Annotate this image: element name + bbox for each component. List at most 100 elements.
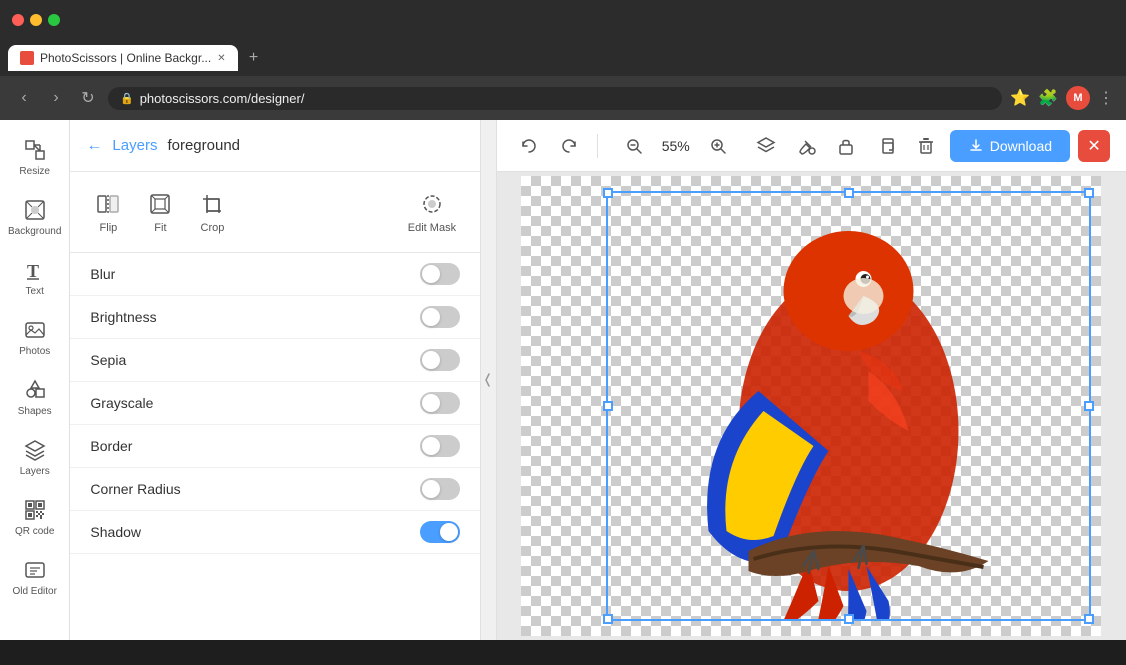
panel-toolbar: Flip Fit	[70, 172, 480, 253]
filter-grayscale-toggle[interactable]	[420, 392, 460, 414]
lock-btn[interactable]	[830, 130, 862, 162]
sidebar-item-old-editor[interactable]: Old Editor	[0, 548, 69, 608]
filter-shadow-label: Shadow	[90, 524, 141, 540]
sidebar-item-background[interactable]: Background	[0, 188, 69, 248]
redo-btn[interactable]	[553, 130, 585, 162]
filter-blur-toggle[interactable]	[420, 263, 460, 285]
lock-icon: 🔒	[120, 92, 134, 105]
selection-handle-mr[interactable]	[1084, 401, 1094, 411]
edit-mask-label: Edit Mask	[408, 222, 456, 234]
download-icon	[968, 138, 984, 154]
qr-icon	[23, 498, 47, 522]
profile-icon[interactable]: M	[1066, 86, 1090, 110]
tab-title: PhotoScissors | Online Backgr...	[40, 51, 211, 65]
close-canvas-btn[interactable]: ✕	[1078, 130, 1110, 162]
filter-corner-radius-toggle[interactable]	[420, 478, 460, 500]
layers-panel-btn[interactable]	[750, 130, 782, 162]
bookmark-icon[interactable]: ⭐	[1010, 88, 1030, 108]
delete-btn[interactable]	[910, 130, 942, 162]
svg-text:T: T	[27, 261, 39, 281]
sidebar-item-text[interactable]: T Text	[0, 248, 69, 308]
nav-forward-btn[interactable]: ›	[44, 86, 68, 110]
sidebar-old-editor-label: Old Editor	[12, 586, 56, 598]
sidebar-qr-label: QR code	[15, 526, 54, 538]
fit-tool-btn[interactable]: Fit	[138, 184, 182, 240]
download-btn[interactable]: Download	[950, 130, 1070, 162]
close-traffic-light[interactable]	[12, 14, 24, 26]
sidebar-item-qr[interactable]: QR code	[0, 488, 69, 548]
filter-grayscale-label: Grayscale	[90, 395, 153, 411]
filter-sepia-label: Sepia	[90, 352, 126, 368]
zoom-out-btn[interactable]	[618, 130, 650, 162]
back-to-layers-btn[interactable]: ←	[86, 137, 102, 155]
fill-btn[interactable]	[790, 130, 822, 162]
filter-border-label: Border	[90, 438, 132, 454]
active-tab[interactable]: PhotoScissors | Online Backgr... ✕	[8, 45, 238, 71]
layers-icon	[23, 438, 47, 462]
selection-handle-br[interactable]	[1084, 614, 1094, 624]
filter-row-sepia: Sepia	[70, 339, 480, 382]
sidebar-item-photos[interactable]: Photos	[0, 308, 69, 368]
panel-collapse-handle[interactable]	[481, 120, 497, 640]
selection-handle-tm[interactable]	[844, 188, 854, 198]
maximize-traffic-light[interactable]	[48, 14, 60, 26]
text-icon: T	[23, 258, 47, 282]
sidebar-item-resize[interactable]: Resize	[0, 128, 69, 188]
new-tab-btn[interactable]: +	[242, 46, 266, 70]
sidebar-item-shapes[interactable]: Shapes	[0, 368, 69, 428]
filter-blur-label: Blur	[90, 266, 115, 282]
selection-handle-tl[interactable]	[603, 188, 613, 198]
flip-tool-btn[interactable]: Flip	[86, 184, 130, 240]
sidebar: Resize Background T Text	[0, 120, 70, 640]
zoom-value: 55%	[656, 138, 696, 154]
nav-right-controls: ⭐ 🧩 M ⋮	[1010, 86, 1114, 110]
filter-corner-radius-label: Corner Radius	[90, 481, 180, 497]
selection-handle-bm[interactable]	[844, 614, 854, 624]
address-bar[interactable]: 🔒 photoscissors.com/designer/	[108, 87, 1002, 110]
canvas-container[interactable]	[497, 172, 1126, 640]
tab-favicon	[20, 51, 34, 65]
filter-border-toggle[interactable]	[420, 435, 460, 457]
filter-sepia-toggle[interactable]	[420, 349, 460, 371]
filter-row-blur: Blur	[70, 253, 480, 296]
minimize-traffic-light[interactable]	[30, 14, 42, 26]
duplicate-btn[interactable]	[870, 130, 902, 162]
extensions-icon[interactable]: 🧩	[1038, 88, 1058, 108]
panel-header: ← Layers foreground	[70, 120, 480, 172]
filter-row-corner-radius: Corner Radius	[70, 468, 480, 511]
sidebar-item-layers[interactable]: Layers	[0, 428, 69, 488]
filter-brightness-toggle[interactable]	[420, 306, 460, 328]
edit-mask-icon	[418, 190, 446, 218]
flip-label: Flip	[100, 222, 118, 234]
menu-icon[interactable]: ⋮	[1098, 88, 1114, 108]
selection-handle-ml[interactable]	[603, 401, 613, 411]
filter-shadow-toggle[interactable]	[420, 521, 460, 543]
layers-back-label[interactable]: Layers	[112, 137, 157, 154]
edit-mask-btn[interactable]: Edit Mask	[400, 184, 464, 240]
resize-icon	[23, 138, 47, 162]
selection-box[interactable]	[606, 191, 1091, 621]
sidebar-shapes-label: Shapes	[18, 406, 52, 418]
filter-row-shadow: Shadow	[70, 511, 480, 554]
undo-btn[interactable]	[513, 130, 545, 162]
nav-refresh-btn[interactable]: ↻	[76, 86, 100, 110]
background-icon	[23, 198, 47, 222]
selection-handle-tr[interactable]	[1084, 188, 1094, 198]
nav-back-btn[interactable]: ‹	[12, 86, 36, 110]
sidebar-layers-label: Layers	[20, 466, 50, 478]
zoom-in-btn[interactable]	[702, 130, 734, 162]
download-label: Download	[990, 138, 1052, 154]
sidebar-background-label: Background	[8, 226, 61, 238]
crop-label: Crop	[201, 222, 225, 234]
sidebar-resize-label: Resize	[19, 166, 50, 178]
filters-list: Blur Brightness Sepia Grayscale Border C…	[70, 253, 480, 640]
canvas-toolbar: 55%	[497, 120, 1126, 172]
selection-handle-bl[interactable]	[603, 614, 613, 624]
fit-label: Fit	[154, 222, 166, 234]
filter-brightness-label: Brightness	[90, 309, 156, 325]
sidebar-text-label: Text	[26, 286, 44, 298]
old-editor-icon	[23, 558, 47, 582]
filter-row-border: Border	[70, 425, 480, 468]
crop-tool-btn[interactable]: Crop	[190, 184, 234, 240]
tab-close-btn[interactable]: ✕	[217, 53, 225, 64]
